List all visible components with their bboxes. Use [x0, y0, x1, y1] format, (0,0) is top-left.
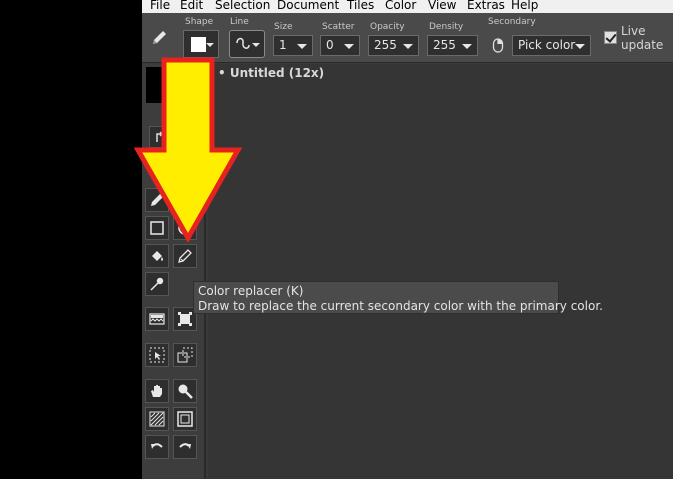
tooltip-description: Draw to replace the current secondary co… [198, 299, 603, 313]
secondary-color-dropdown[interactable]: Pick color [512, 35, 591, 56]
tool-fill[interactable] [145, 244, 169, 268]
tool-frame[interactable] [173, 407, 197, 431]
opacity-dropdown[interactable]: 255 [368, 35, 419, 56]
density-dropdown[interactable]: 255 [427, 35, 478, 56]
tooltip: Color replacer (K) Draw to replace the c… [193, 281, 603, 314]
live-update-label: Live update [621, 24, 663, 52]
menu-file[interactable]: File [150, 0, 170, 13]
size-label: Size [274, 22, 293, 32]
scatter-label: Scatter [322, 22, 355, 32]
tool-color-replacer[interactable] [173, 244, 197, 268]
mouse-icon [492, 38, 504, 53]
secondary-value: Pick color [518, 38, 576, 52]
tool-hand[interactable] [145, 379, 169, 403]
menu-selection[interactable]: Selection [215, 0, 270, 13]
color-replacer-icon [178, 249, 192, 263]
menu-extras[interactable]: Extras [467, 0, 505, 13]
density-value: 255 [433, 38, 456, 52]
annotation-arrow-down-icon [134, 57, 243, 242]
hand-icon [151, 385, 162, 397]
tool-move-selection[interactable] [173, 343, 197, 367]
shape-dropdown[interactable] [183, 30, 219, 58]
line-label: Line [230, 17, 249, 27]
chevron-down-icon [297, 44, 307, 49]
chevron-down-icon [252, 43, 260, 47]
live-update-label-line1: Live [621, 24, 646, 38]
menu-document[interactable]: Document [277, 0, 339, 13]
tool-gradient[interactable] [145, 307, 169, 331]
opacity-label: Opacity [370, 22, 405, 32]
undo-button[interactable] [145, 435, 169, 459]
zoom-icon [178, 384, 193, 399]
live-update-checkbox[interactable] [604, 31, 617, 44]
canvas-area[interactable] [208, 64, 673, 479]
gradient-icon [149, 313, 165, 325]
live-update-label-line2: update [621, 38, 664, 52]
line-style-dropdown[interactable] [229, 30, 265, 58]
menu-help[interactable]: Help [511, 0, 538, 13]
shape-preview [191, 37, 206, 52]
tool-eyedropper[interactable] [145, 272, 169, 296]
chevron-down-icon [403, 44, 413, 49]
chevron-down-icon [462, 44, 472, 49]
shape-label: Shape [185, 17, 214, 27]
tool-select[interactable] [145, 343, 169, 367]
redo-icon [179, 443, 191, 449]
opacity-value: 255 [374, 38, 397, 52]
select-icon [149, 347, 165, 363]
transform-icon [178, 312, 192, 326]
frame-icon [177, 411, 193, 427]
tooltip-title: Color replacer (K) [198, 284, 304, 298]
menu-color[interactable]: Color [385, 0, 416, 13]
eyedropper-icon [150, 277, 164, 291]
undo-icon [151, 443, 163, 449]
line-curve-icon [236, 37, 250, 49]
chevron-down-icon [575, 44, 585, 49]
menu-tiles[interactable]: Tiles [347, 0, 374, 13]
tool-zoom[interactable] [173, 379, 197, 403]
menu-bar: File Edit Selection Document Tiles Color… [142, 0, 673, 13]
pencil-icon [153, 31, 166, 44]
redo-button[interactable] [173, 435, 197, 459]
chevron-down-icon [344, 44, 354, 49]
size-value: 1 [279, 38, 287, 52]
density-label: Density [429, 22, 464, 32]
menu-edit[interactable]: Edit [180, 0, 203, 13]
scatter-dropdown[interactable]: 0 [320, 35, 360, 56]
pattern-icon [149, 411, 165, 427]
secondary-label: Secondary [488, 17, 536, 27]
move-selection-icon [177, 347, 193, 363]
fill-icon [152, 251, 163, 261]
scatter-value: 0 [326, 38, 334, 52]
chevron-down-icon [206, 43, 214, 47]
tool-pattern[interactable] [145, 407, 169, 431]
size-dropdown[interactable]: 1 [273, 35, 313, 56]
menu-view[interactable]: View [428, 0, 456, 13]
